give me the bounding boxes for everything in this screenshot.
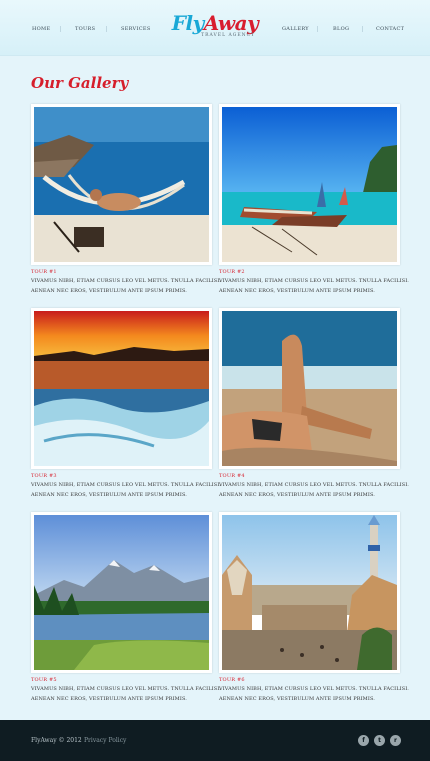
gallery-photo-tour-6[interactable]	[219, 512, 400, 673]
facebook-icon[interactable]: f	[358, 735, 369, 746]
nav-separator	[106, 26, 107, 32]
nav-services[interactable]: SERVICES	[121, 26, 151, 32]
nav-gallery[interactable]: GALLERY	[282, 26, 309, 32]
gallery-photo-tour-4[interactable]	[219, 308, 400, 469]
gallery-text-tour-2: VIVAMUS NIBH, ETIAM CURSUS LEO VEL METUS…	[219, 278, 409, 294]
gallery-text-tour-1: VIVAMUS NIBH, ETIAM CURSUS LEO VEL METUS…	[31, 278, 221, 294]
gallery-text-tour-4: VIVAMUS NIBH, ETIAM CURSUS LEO VEL METUS…	[219, 482, 409, 498]
gallery-title-tour-4[interactable]: TOUR #4	[219, 473, 245, 479]
gallery-title-tour-1[interactable]: TOUR #1	[31, 269, 57, 275]
nav-tours[interactable]: TOURS	[75, 26, 95, 32]
site-header: HOME TOURS SERVICES FlyAway TRAVEL AGENC…	[0, 0, 430, 56]
nav-separator	[317, 26, 318, 32]
privacy-policy-link[interactable]: Privacy Policy	[84, 737, 126, 744]
logo-wordmark: FlyAway	[171, 11, 259, 35]
gallery-title-tour-5[interactable]: TOUR #5	[31, 677, 57, 683]
site-logo[interactable]: FlyAway TRAVEL AGENCY	[165, 13, 265, 45]
gallery-photo-tour-3[interactable]	[31, 308, 212, 469]
gallery-title-tour-3[interactable]: TOUR #3	[31, 473, 57, 479]
gallery-photo-tour-1[interactable]	[31, 104, 212, 265]
nav-separator	[362, 26, 363, 32]
twitter-icon[interactable]: t	[374, 735, 385, 746]
gallery-photo-tour-5[interactable]	[31, 512, 212, 673]
gallery-text-tour-6: VIVAMUS NIBH, ETIAM CURSUS LEO VEL METUS…	[219, 686, 409, 702]
page-title: Our Gallery	[31, 74, 129, 92]
gallery-title-tour-6[interactable]: TOUR #6	[219, 677, 245, 683]
gallery-photo-tour-2[interactable]	[219, 104, 400, 265]
nav-home[interactable]: HOME	[32, 26, 50, 32]
nav-contact[interactable]: CONTACT	[376, 26, 404, 32]
gallery-text-tour-5: VIVAMUS NIBH, ETIAM CURSUS LEO VEL METUS…	[31, 686, 221, 702]
gallery-text-tour-3: VIVAMUS NIBH, ETIAM CURSUS LEO VEL METUS…	[31, 482, 221, 498]
nav-separator	[60, 26, 61, 32]
rss-icon[interactable]: r	[390, 735, 401, 746]
site-footer: FlyAway © 2012 Privacy Policy f t r	[0, 720, 430, 761]
footer-copyright: FlyAway © 2012	[31, 737, 82, 744]
gallery-title-tour-2[interactable]: TOUR #2	[219, 269, 245, 275]
nav-blog[interactable]: BLOG	[333, 26, 349, 32]
